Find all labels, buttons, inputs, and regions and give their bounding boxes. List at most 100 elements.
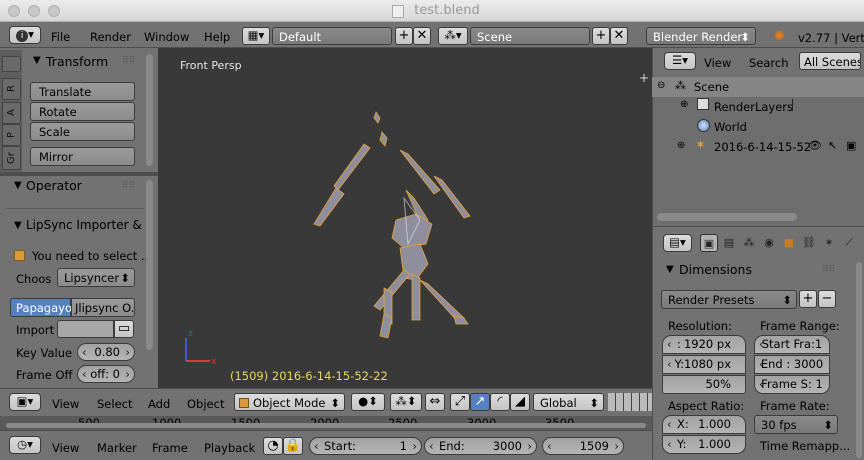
operator-panel-title[interactable]: Operator bbox=[26, 178, 82, 193]
info-editor-type-button[interactable]: i ▾ bbox=[9, 26, 41, 44]
papagayo-tab[interactable]: Papagayo bbox=[10, 298, 72, 317]
aspect-y-field[interactable]: ‹ Y: 1.000 bbox=[662, 435, 746, 454]
increment-icon[interactable]: › bbox=[614, 439, 619, 453]
outliner-armature-label[interactable]: 2016-6-14-15-52 bbox=[714, 140, 811, 154]
menu-object[interactable]: Object bbox=[187, 397, 224, 411]
end-frame-prop-field[interactable]: ‹ End : 3000 bbox=[754, 355, 830, 374]
decrement-icon[interactable]: ‹ bbox=[759, 337, 764, 351]
outliner-world-label[interactable]: World bbox=[714, 120, 747, 134]
aspect-x-field[interactable]: ‹ X: 1.000 bbox=[662, 415, 746, 434]
scene-field[interactable]: Scene bbox=[470, 27, 590, 45]
menu-playback[interactable]: Playback bbox=[204, 441, 255, 455]
frame-rate-select[interactable]: 30 fps ⬍ bbox=[754, 415, 838, 434]
menu-help[interactable]: Help bbox=[204, 30, 230, 44]
tool-shelf-scrollbar[interactable] bbox=[146, 180, 153, 350]
drag-handle-icon[interactable]: ⠿⠿ bbox=[122, 181, 135, 191]
tab-p[interactable]: P bbox=[2, 124, 21, 146]
manipulator-icon[interactable]: ⤢ bbox=[450, 393, 470, 411]
scale-button[interactable]: Scale bbox=[30, 122, 135, 141]
start-frame-field[interactable]: ‹ Start: 1 › bbox=[309, 437, 422, 455]
menu-window[interactable]: Window bbox=[144, 30, 189, 44]
import-path-field[interactable] bbox=[57, 320, 114, 338]
tab-r[interactable]: R bbox=[2, 78, 21, 100]
decrement-icon[interactable]: ‹ bbox=[82, 345, 87, 359]
current-frame-field[interactable]: ‹ 1509 › bbox=[542, 437, 624, 455]
choose-select[interactable]: Lipsyncer ⬍ bbox=[57, 268, 135, 287]
tab-a[interactable]: A bbox=[2, 102, 21, 124]
properties-scrollbar[interactable] bbox=[856, 262, 862, 458]
decrement-icon[interactable]: ‹ bbox=[667, 417, 672, 431]
pivot-select[interactable]: ⁂⬍ bbox=[390, 393, 422, 411]
transform-panel-title[interactable]: Transform bbox=[46, 54, 108, 69]
screen-layout-icon[interactable]: ▦▾ bbox=[242, 27, 270, 45]
decrement-icon[interactable]: ‹ bbox=[429, 439, 434, 453]
timeline-editor-type-button[interactable]: ◷▾ bbox=[9, 436, 41, 454]
outliner-scrollbar[interactable] bbox=[657, 213, 797, 221]
properties-editor-type-button[interactable]: ▤▾ bbox=[663, 234, 692, 252]
lock-icon[interactable]: 🔒 bbox=[283, 437, 303, 455]
render-layers-tab-icon[interactable]: ▤ bbox=[720, 234, 738, 252]
select-cursor-icon[interactable]: ↖ bbox=[828, 139, 837, 152]
remove-preset-icon[interactable]: − bbox=[818, 290, 836, 308]
expand-icon[interactable]: ⊕ bbox=[677, 140, 685, 151]
translate-button[interactable]: Translate bbox=[30, 82, 135, 101]
remove-scene-icon[interactable]: ✕ bbox=[610, 27, 628, 45]
key-value-field[interactable]: ‹ 0.80 › bbox=[77, 343, 135, 361]
render-presets-select[interactable]: Render Presets ⬍ bbox=[661, 290, 797, 309]
data-tab-icon[interactable]: ✶ bbox=[820, 234, 838, 252]
menu-file[interactable]: File bbox=[51, 30, 70, 44]
visibility-eye-icon[interactable]: 👁 bbox=[808, 139, 822, 152]
menu-frame[interactable]: Frame bbox=[152, 441, 188, 455]
start-frame-prop-field[interactable]: ‹ Start Fra:1 bbox=[754, 335, 830, 354]
add-scene-icon[interactable]: + bbox=[592, 27, 610, 45]
frame-offset-field[interactable]: ‹ off: 0 › bbox=[77, 365, 135, 383]
menu-view[interactable]: View bbox=[52, 397, 79, 411]
increment-icon[interactable]: › bbox=[125, 345, 130, 359]
outliner-editor-type-button[interactable]: ☰▾ bbox=[664, 52, 696, 70]
scale-manipulator-icon[interactable]: ◢ bbox=[510, 393, 530, 411]
decrement-icon[interactable]: ‹ bbox=[759, 357, 764, 371]
rotate-manipulator-icon[interactable]: ◜ bbox=[490, 393, 510, 411]
layer-buttons[interactable] bbox=[608, 393, 652, 411]
orientation-select[interactable]: Global ⬍ bbox=[533, 393, 604, 411]
resolution-x-field[interactable]: ‹:1920 px bbox=[662, 335, 746, 354]
outliner-menu-search[interactable]: Search bbox=[749, 56, 789, 70]
tool-shelf-scrollbar[interactable] bbox=[146, 54, 153, 166]
resolution-y-field[interactable]: ‹ Y:1080 px bbox=[662, 355, 746, 374]
folder-icon[interactable]: ▭ bbox=[114, 320, 134, 338]
constraints-tab-icon[interactable]: ⛓ bbox=[800, 234, 818, 252]
expand-icon[interactable]: ⊕ bbox=[680, 99, 688, 110]
armature-figure[interactable]: z x bbox=[158, 48, 652, 388]
add-preset-icon[interactable]: + bbox=[799, 290, 817, 308]
world-tab-icon[interactable]: ◉ bbox=[760, 234, 778, 252]
render-camera-icon[interactable]: ▣ bbox=[846, 139, 856, 152]
collapse-arrow-icon[interactable]: ▼ bbox=[14, 180, 22, 191]
outliner-menu-view[interactable]: View bbox=[704, 56, 731, 70]
decrement-icon[interactable]: ‹ bbox=[82, 367, 87, 381]
decrement-icon[interactable]: ‹ bbox=[759, 377, 764, 391]
decrement-icon[interactable]: ‹ bbox=[667, 337, 672, 351]
remove-layout-icon[interactable]: ✕ bbox=[413, 27, 431, 45]
decrement-icon[interactable]: ‹ bbox=[314, 439, 319, 453]
viewport-plus-icon[interactable]: + bbox=[639, 71, 649, 85]
scene-tab-icon[interactable]: ⁂ bbox=[740, 234, 758, 252]
collapse-arrow-icon[interactable]: ▼ bbox=[14, 220, 22, 231]
outliner-scene-label[interactable]: Scene bbox=[694, 80, 729, 94]
screen-layout-field[interactable]: Default bbox=[272, 27, 392, 45]
shading-select[interactable]: ●⬍ bbox=[351, 393, 385, 411]
3d-viewport[interactable]: z x bbox=[158, 48, 652, 388]
lipsync-panel-title[interactable]: LipSync Importer & B bbox=[26, 218, 144, 232]
render-tab-camera-icon[interactable]: ▣ bbox=[700, 234, 718, 252]
menu-marker[interactable]: Marker bbox=[97, 441, 137, 455]
menu-render[interactable]: Render bbox=[90, 30, 131, 44]
collapse-icon[interactable]: ⊖ bbox=[657, 80, 665, 91]
increment-icon[interactable]: › bbox=[527, 439, 532, 453]
decrement-icon[interactable]: ‹ bbox=[667, 437, 672, 451]
menu-select[interactable]: Select bbox=[97, 397, 132, 411]
translate-manipulator-icon[interactable]: ↗ bbox=[470, 393, 490, 411]
outliner-display-select[interactable]: All Scenes bbox=[799, 52, 861, 70]
collapse-arrow-icon[interactable]: ▼ bbox=[33, 55, 41, 66]
dimensions-title[interactable]: Dimensions bbox=[679, 262, 752, 277]
proportional-icon[interactable]: ⇔ bbox=[425, 393, 445, 411]
increment-icon[interactable]: › bbox=[412, 439, 417, 453]
